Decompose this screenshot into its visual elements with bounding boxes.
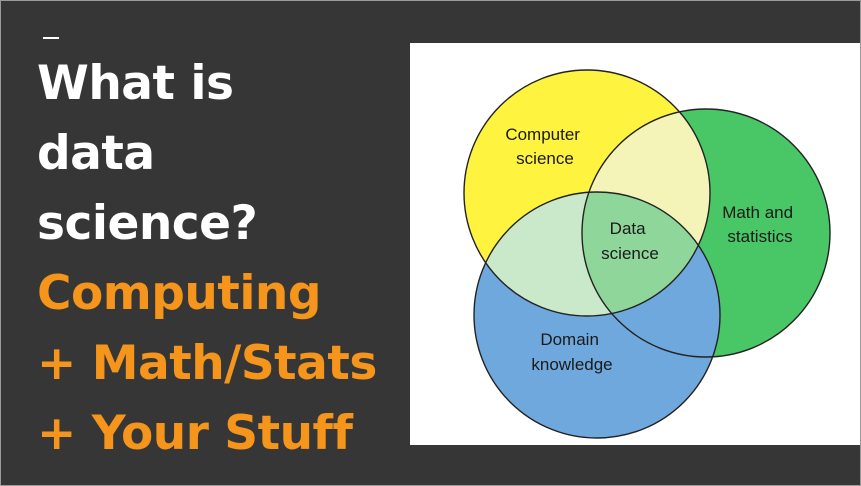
title-block: What is data science? Computing + Math/S… [37,49,407,469]
slide: What is data science? Computing + Math/S… [0,0,861,486]
title-line-2: data [37,126,155,181]
subtitle-line-3: + Your Stuff [37,406,353,461]
title-line-3: science? [37,196,258,251]
subtitle-line-1: Computing [37,266,322,321]
title-line-1: What is [37,56,234,111]
subtitle-line-2: + Math/Stats [37,336,377,391]
venn-diagram-panel: Computer science Math and statistics Dat… [410,43,860,445]
accent-dash [43,37,59,39]
venn-diagram: Computer science Math and statistics Dat… [463,69,831,439]
